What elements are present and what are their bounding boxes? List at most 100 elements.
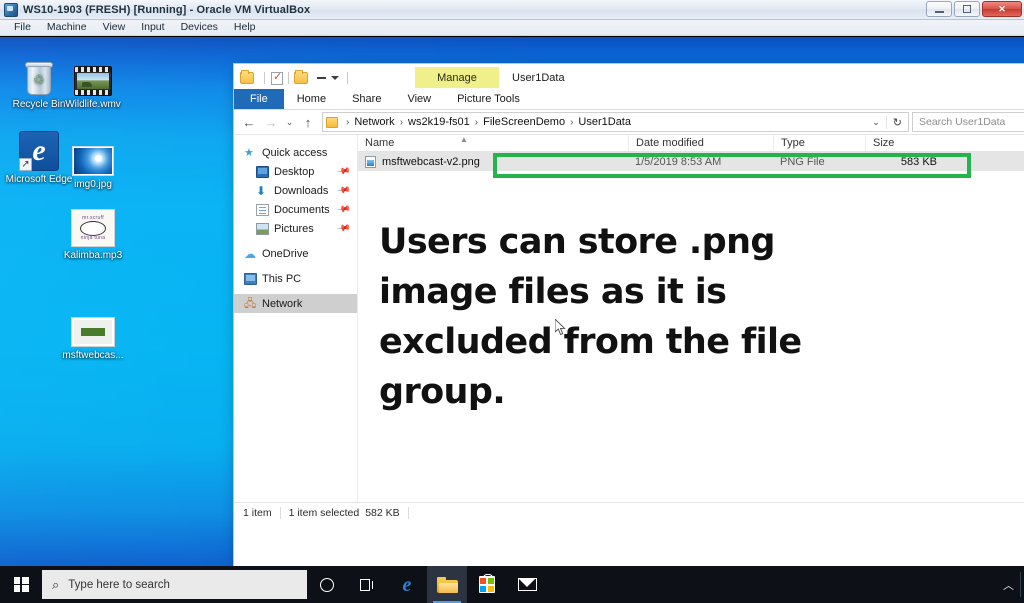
contextual-tab-manage[interactable]: Manage	[415, 67, 499, 88]
tab-view[interactable]: View	[394, 89, 444, 109]
menu-item-help[interactable]: Help	[226, 20, 264, 35]
cortana-button[interactable]	[307, 566, 347, 603]
column-headers: Name Date modified Type Size ▲	[358, 135, 1024, 152]
column-header-size[interactable]: Size	[865, 135, 945, 151]
task-view-icon	[359, 578, 375, 591]
desktop-icon-kalimba-mp3[interactable]: mr.scruff ninja tuna Kalimba.mp3	[56, 205, 130, 262]
properties-icon[interactable]	[271, 70, 283, 85]
file-list-pane[interactable]: Name Date modified Type Size ▲ msftwebca…	[358, 135, 1024, 502]
column-header-type[interactable]: Type	[773, 135, 865, 151]
breadcrumb-separator: ›	[474, 116, 479, 128]
video-file-icon	[56, 54, 130, 96]
nav-item-documents[interactable]: Documents 📌	[234, 200, 357, 219]
menu-item-view[interactable]: View	[95, 20, 134, 35]
nav-item-label: OneDrive	[262, 247, 309, 260]
file-explorer-window[interactable]: Manage User1Data File Home Share View Pi…	[234, 64, 1024, 570]
microsoft-store-button[interactable]	[467, 566, 507, 603]
nav-item-label: Downloads	[274, 184, 329, 197]
search-input[interactable]: Search User1Data	[912, 112, 1024, 132]
column-header-name[interactable]: Name	[358, 135, 628, 151]
forward-arrow-icon[interactable]: →	[260, 111, 282, 133]
status-item-count: 1 item	[243, 506, 272, 519]
tab-share[interactable]: Share	[339, 89, 394, 109]
column-header-date-modified[interactable]: Date modified	[628, 135, 773, 151]
desktop-icon-label: img0.jpg	[74, 179, 112, 190]
recent-locations-icon[interactable]: ⌄	[282, 111, 297, 133]
minimize-button[interactable]	[926, 1, 952, 17]
nav-item-quick-access[interactable]: ★ Quick access	[234, 143, 357, 162]
show-hidden-icons-chevron-up-icon[interactable]: ︿	[1003, 577, 1014, 593]
file-name-label: msftwebcast-v2.png	[382, 155, 480, 168]
breadcrumb-network[interactable]: Network	[354, 116, 394, 128]
navigation-pane: ★ Quick access Desktop 📌 ⬇ Downloads 📌 D…	[234, 135, 358, 502]
desktop-icon-msftwebcast-png[interactable]: msftwebcas...	[56, 305, 130, 362]
nav-item-this-pc[interactable]: This PC	[234, 269, 357, 288]
file-explorer-button[interactable]	[427, 566, 467, 603]
nav-item-downloads[interactable]: ⬇ Downloads 📌	[234, 181, 357, 200]
close-button[interactable]: ✕	[982, 1, 1022, 17]
tab-file[interactable]: File	[234, 89, 284, 109]
edge-button[interactable]: e	[387, 566, 427, 603]
nav-item-label: Documents	[274, 203, 330, 216]
folder-icon[interactable]	[240, 70, 254, 84]
breadcrumb-separator: ›	[346, 116, 350, 128]
album-art-top-text: mr.scruff	[82, 215, 104, 221]
back-arrow-icon[interactable]: ←	[238, 111, 260, 133]
maximize-button[interactable]	[954, 1, 980, 17]
nav-item-onedrive[interactable]: ☁ OneDrive	[234, 244, 357, 263]
png-file-icon	[365, 155, 376, 168]
host-window-title: WS10-1903 (FRESH) [Running] - Oracle VM …	[23, 3, 311, 16]
pin-icon: 📌	[336, 201, 352, 217]
desktop-icon-wildlife-wmv[interactable]: Wildlife.wmv	[56, 54, 130, 111]
nav-item-network[interactable]: 🖧 Network	[234, 294, 357, 313]
nav-item-pictures[interactable]: Pictures 📌	[234, 219, 357, 238]
ribbon-tabs: File Home Share View Picture Tools	[234, 89, 1024, 110]
virtualbox-screen: WS10-1903 (FRESH) [Running] - Oracle VM …	[0, 0, 1024, 603]
menu-item-file[interactable]: File	[6, 20, 39, 35]
pin-icon: 📌	[336, 163, 352, 179]
breadcrumb-share[interactable]: FileScreenDemo	[483, 116, 565, 128]
nav-item-label: Desktop	[274, 165, 315, 178]
windows-taskbar[interactable]: ⌕ Type here to search e ︿	[0, 566, 1024, 603]
show-desktop-button[interactable]	[1020, 572, 1021, 597]
file-name-cell[interactable]: msftwebcast-v2.png	[358, 155, 628, 168]
jpg-image-icon	[56, 134, 130, 176]
system-tray: ︿	[1003, 572, 1024, 597]
edge-icon: e	[402, 573, 412, 596]
windows-desktop[interactable]: ♲ Recycle Bin Wildlife.wmv e ↗ Microsoft …	[0, 37, 1024, 603]
nav-item-desktop[interactable]: Desktop 📌	[234, 162, 357, 181]
table-row[interactable]: msftwebcast-v2.png 1/5/2019 8:53 AM PNG …	[358, 152, 1024, 171]
menu-item-input[interactable]: Input	[133, 20, 172, 35]
menu-item-devices[interactable]: Devices	[173, 20, 226, 35]
breadcrumb-separator: ›	[399, 116, 404, 128]
address-toolbar: ← → ⌄ ↑ › Network › ws2k19-fs01 › FileSc…	[234, 110, 1024, 135]
desktop-icon-img0-jpg[interactable]: img0.jpg	[56, 134, 130, 191]
chevron-down-icon[interactable]: ⌄	[866, 117, 886, 128]
toolbar-divider	[264, 72, 265, 84]
desktop-icon	[256, 165, 269, 178]
new-folder-icon[interactable]	[294, 70, 308, 84]
png-image-icon	[56, 305, 130, 347]
taskbar-search-input[interactable]: ⌕ Type here to search	[42, 570, 307, 599]
tab-picture-tools[interactable]: Picture Tools	[444, 89, 533, 109]
tab-home[interactable]: Home	[284, 89, 339, 109]
mail-button[interactable]	[507, 566, 547, 603]
refresh-icon[interactable]: ↻	[885, 115, 908, 129]
up-arrow-icon[interactable]: ↑	[297, 111, 319, 133]
microsoft-store-icon	[479, 574, 495, 593]
menu-item-machine[interactable]: Machine	[39, 20, 95, 35]
address-bar[interactable]: › Network › ws2k19-fs01 › FileScreenDemo…	[322, 112, 909, 132]
host-menubar: File Machine View Input Devices Help	[0, 20, 1024, 36]
chevron-down-icon[interactable]	[331, 76, 339, 80]
task-view-button[interactable]	[347, 566, 387, 603]
start-button[interactable]	[0, 566, 42, 603]
nav-item-label: Quick access	[262, 146, 328, 159]
breadcrumb-folder[interactable]: User1Data	[578, 116, 631, 128]
file-date-cell: 1/5/2019 8:53 AM	[635, 155, 722, 168]
desktop-icon-label: Wildlife.wmv	[65, 99, 121, 110]
breadcrumb-separator: ›	[570, 116, 574, 128]
downloads-icon: ⬇	[256, 183, 267, 198]
breadcrumb-server[interactable]: ws2k19-fs01	[408, 116, 470, 128]
status-divider	[279, 506, 281, 519]
virtualbox-logo-icon	[4, 2, 18, 17]
